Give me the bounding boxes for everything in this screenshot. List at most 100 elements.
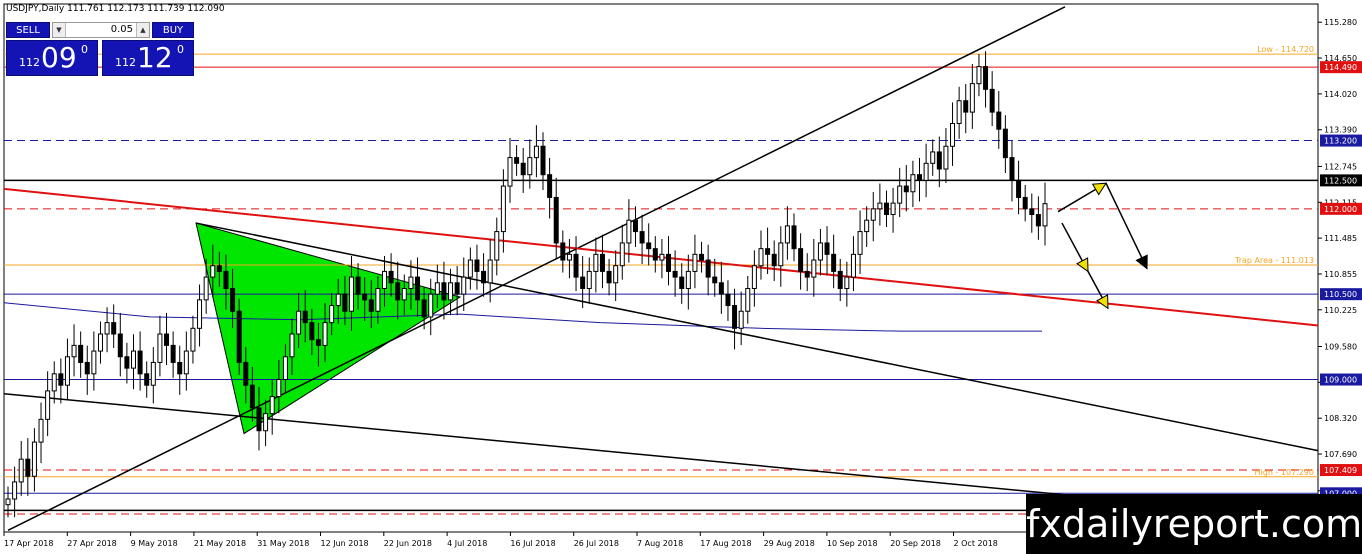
candle-body-25: [170, 344, 176, 363]
candle-body-0: [5, 498, 11, 506]
candle-body-92: [613, 265, 619, 284]
x-tick-label-9: 26 Jul 2018: [574, 539, 619, 548]
candle-body-135: [897, 185, 903, 204]
candle-body-100: [666, 253, 672, 272]
lot-increase-icon[interactable]: ▲: [136, 23, 149, 37]
candle-body-37: [249, 384, 255, 409]
level-label-0: Low - 114.720: [1257, 45, 1314, 54]
candle-body-13: [91, 350, 97, 375]
candle-body-147: [976, 66, 982, 85]
candle-body-80: [533, 145, 539, 159]
candle-body-79: [527, 157, 533, 176]
symbol-info: USDJPY,Daily 111.761 112.173 111.739 112…: [6, 4, 225, 14]
x-tick-label-4: 31 May 2018: [257, 539, 309, 548]
buy-button[interactable]: BUY: [152, 22, 194, 38]
candle-body-143: [950, 122, 956, 147]
level-label-9: High - 107.290: [1255, 468, 1314, 477]
candle-body-140: [930, 151, 936, 164]
candle-body-86: [573, 253, 579, 278]
x-tick-label-2: 9 May 2018: [131, 539, 178, 548]
candle-body-1: [12, 481, 18, 500]
candle-body-88: [586, 270, 592, 289]
candle-body-52: [348, 276, 354, 312]
candle-body-121: [804, 270, 810, 278]
candle-body-90: [599, 253, 605, 272]
level-tag-4: 112.000: [1324, 205, 1357, 214]
candle-body-41: [276, 379, 282, 398]
candle-body-42: [282, 356, 288, 381]
y-tick-label-4: 112.745: [1324, 162, 1357, 171]
candle-body-76: [507, 157, 513, 187]
candle-body-78: [520, 162, 526, 176]
candle-body-87: [580, 276, 586, 289]
candle-body-139: [923, 162, 929, 181]
candle-body-60: [401, 287, 407, 301]
y-tick-label-12: 107.690: [1324, 450, 1357, 459]
candle-body-138: [917, 174, 923, 181]
y-tick-label-9: 109.580: [1324, 343, 1357, 352]
x-tick-label-5: 12 Jun 2018: [321, 539, 369, 548]
candle-body-116: [771, 253, 777, 267]
candle-body-95: [632, 219, 638, 233]
candle-body-82: [547, 174, 553, 198]
candle-body-62: [415, 276, 421, 301]
candle-body-111: [738, 310, 744, 329]
candle-body-26: [177, 361, 183, 375]
lot-size-value[interactable]: 0.05: [111, 23, 133, 37]
candle-body-19: [130, 350, 136, 369]
candle-body-94: [626, 219, 632, 244]
sell-button[interactable]: SELL: [6, 22, 50, 38]
candle-body-104: [692, 253, 698, 272]
candle-body-101: [672, 270, 678, 278]
sell-price-button[interactable]: 112 09 0: [6, 40, 98, 76]
candle-body-119: [791, 225, 797, 250]
candle-body-77: [514, 157, 520, 164]
candle-body-51: [342, 293, 348, 312]
x-tick-label-8: 16 Jul 2018: [510, 539, 555, 548]
x-tick-label-6: 22 Jun 2018: [384, 539, 432, 548]
candle-body-12: [84, 361, 90, 375]
y-tick-label-2: 114.020: [1324, 90, 1357, 99]
candle-body-18: [124, 356, 130, 369]
candle-body-27: [183, 350, 189, 375]
lot-decrease-icon[interactable]: ▼: [53, 23, 66, 37]
candle-body-24: [164, 333, 170, 346]
candle-body-6: [45, 390, 51, 420]
x-tick-label-7: 4 Jul 2018: [447, 539, 487, 548]
candle-body-106: [705, 259, 711, 278]
buy-price-fraction: 0: [177, 43, 184, 56]
candle-body-50: [335, 293, 341, 307]
candle-body-53: [355, 276, 361, 295]
candle-body-110: [732, 305, 738, 329]
candle-body-69: [461, 276, 467, 295]
candle-body-128: [850, 253, 856, 278]
candle-body-150: [996, 111, 1002, 130]
candle-body-151: [1002, 128, 1008, 159]
candle-body-117: [778, 242, 784, 267]
buy-price-prefix: 112: [115, 56, 136, 69]
x-tick-label-15: 2 Oct 2018: [954, 539, 998, 548]
candle-body-47: [315, 339, 321, 346]
candle-body-89: [593, 253, 599, 272]
candle-body-136: [903, 185, 909, 193]
candle-body-71: [474, 259, 480, 272]
buy-price-button[interactable]: 112 12 0: [102, 40, 194, 76]
candle-body-65: [434, 282, 440, 295]
candle-body-30: [203, 276, 209, 301]
candle-body-131: [870, 208, 876, 221]
sell-price-prefix: 112: [19, 56, 40, 69]
candle-body-36: [243, 361, 249, 386]
candle-body-48: [322, 322, 328, 346]
lot-size-stepper[interactable]: ▼ 0.05 ▲: [52, 22, 150, 38]
candle-body-10: [71, 344, 77, 358]
candle-body-8: [58, 373, 64, 386]
candle-body-35: [236, 310, 242, 363]
candle-body-16: [111, 322, 117, 335]
candle-body-99: [659, 253, 665, 261]
candle-body-109: [725, 293, 731, 307]
candle-body-38: [256, 407, 262, 432]
level-tag-6: 110.500: [1324, 290, 1357, 299]
x-tick-label-11: 17 Aug 2018: [700, 539, 751, 548]
forecast-arrowhead-0: [1091, 182, 1107, 196]
candle-body-49: [329, 305, 335, 324]
